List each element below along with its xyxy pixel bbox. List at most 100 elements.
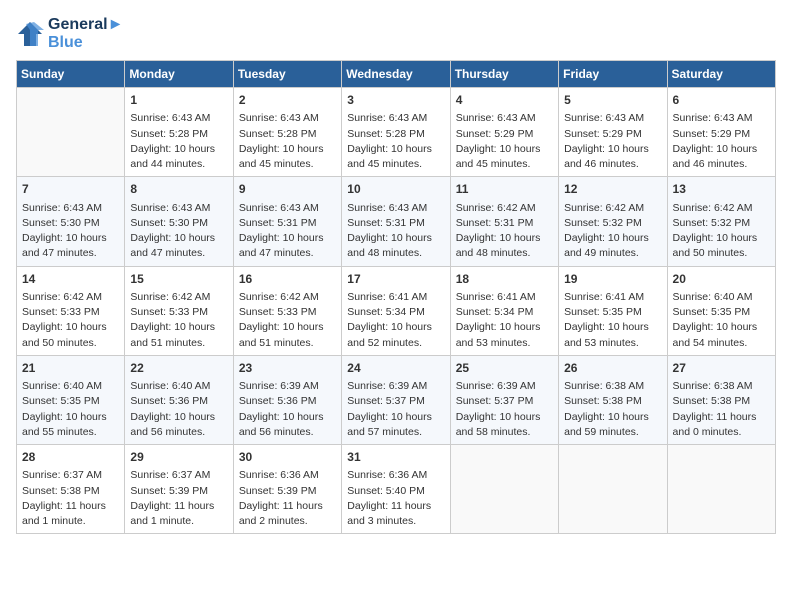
sunrise-text: Sunrise: 6:36 AM [347,468,444,483]
sunset-text: Sunset: 5:33 PM [239,305,336,320]
week-row-1: 1Sunrise: 6:43 AMSunset: 5:28 PMDaylight… [17,88,776,177]
day-number: 23 [239,360,336,377]
day-number: 24 [347,360,444,377]
calendar-cell: 7Sunrise: 6:43 AMSunset: 5:30 PMDaylight… [17,177,125,266]
calendar-cell: 13Sunrise: 6:42 AMSunset: 5:32 PMDayligh… [667,177,775,266]
sunset-text: Sunset: 5:38 PM [673,394,770,409]
daylight-text: Daylight: 10 hours and 47 minutes. [239,231,336,261]
sunrise-text: Sunrise: 6:39 AM [456,379,553,394]
daylight-text: Daylight: 11 hours and 2 minutes. [239,499,336,529]
day-number: 30 [239,449,336,466]
sunrise-text: Sunrise: 6:43 AM [347,111,444,126]
day-number: 1 [130,92,227,109]
daylight-text: Daylight: 10 hours and 50 minutes. [22,320,119,350]
sunset-text: Sunset: 5:32 PM [673,216,770,231]
sunset-text: Sunset: 5:31 PM [456,216,553,231]
daylight-text: Daylight: 10 hours and 44 minutes. [130,142,227,172]
sunset-text: Sunset: 5:40 PM [347,484,444,499]
sunset-text: Sunset: 5:28 PM [239,127,336,142]
sunset-text: Sunset: 5:38 PM [22,484,119,499]
calendar-cell [17,88,125,177]
sunrise-text: Sunrise: 6:43 AM [130,111,227,126]
calendar-cell: 10Sunrise: 6:43 AMSunset: 5:31 PMDayligh… [342,177,450,266]
sunrise-text: Sunrise: 6:39 AM [239,379,336,394]
week-row-3: 14Sunrise: 6:42 AMSunset: 5:33 PMDayligh… [17,266,776,355]
week-row-2: 7Sunrise: 6:43 AMSunset: 5:30 PMDaylight… [17,177,776,266]
daylight-text: Daylight: 10 hours and 45 minutes. [456,142,553,172]
sunrise-text: Sunrise: 6:39 AM [347,379,444,394]
sunrise-text: Sunrise: 6:43 AM [239,201,336,216]
daylight-text: Daylight: 10 hours and 51 minutes. [239,320,336,350]
day-number: 4 [456,92,553,109]
logo: General► Blue [16,16,123,52]
sunset-text: Sunset: 5:37 PM [456,394,553,409]
sunset-text: Sunset: 5:35 PM [564,305,661,320]
sunset-text: Sunset: 5:28 PM [130,127,227,142]
sunset-text: Sunset: 5:37 PM [347,394,444,409]
day-number: 13 [673,181,770,198]
day-number: 27 [673,360,770,377]
calendar-cell: 30Sunrise: 6:36 AMSunset: 5:39 PMDayligh… [233,445,341,534]
sunrise-text: Sunrise: 6:43 AM [564,111,661,126]
sunset-text: Sunset: 5:34 PM [456,305,553,320]
sunrise-text: Sunrise: 6:40 AM [22,379,119,394]
column-header-wednesday: Wednesday [342,61,450,88]
sunset-text: Sunset: 5:35 PM [673,305,770,320]
day-number: 9 [239,181,336,198]
day-number: 19 [564,271,661,288]
sunrise-text: Sunrise: 6:42 AM [22,290,119,305]
sunrise-text: Sunrise: 6:42 AM [456,201,553,216]
sunrise-text: Sunrise: 6:37 AM [130,468,227,483]
daylight-text: Daylight: 10 hours and 49 minutes. [564,231,661,261]
sunrise-text: Sunrise: 6:38 AM [673,379,770,394]
sunrise-text: Sunrise: 6:40 AM [673,290,770,305]
daylight-text: Daylight: 11 hours and 1 minute. [130,499,227,529]
calendar-cell [450,445,558,534]
calendar-cell: 15Sunrise: 6:42 AMSunset: 5:33 PMDayligh… [125,266,233,355]
calendar-cell: 21Sunrise: 6:40 AMSunset: 5:35 PMDayligh… [17,355,125,444]
day-number: 17 [347,271,444,288]
daylight-text: Daylight: 10 hours and 53 minutes. [564,320,661,350]
day-number: 16 [239,271,336,288]
calendar-cell: 23Sunrise: 6:39 AMSunset: 5:36 PMDayligh… [233,355,341,444]
sunset-text: Sunset: 5:29 PM [456,127,553,142]
week-row-5: 28Sunrise: 6:37 AMSunset: 5:38 PMDayligh… [17,445,776,534]
calendar-table: SundayMondayTuesdayWednesdayThursdayFrid… [16,60,776,534]
calendar-cell: 25Sunrise: 6:39 AMSunset: 5:37 PMDayligh… [450,355,558,444]
calendar-cell: 1 Sunrise: 6:43 AMSunset: 5:28 PMDaylight… [125,88,233,177]
daylight-text: Daylight: 10 hours and 50 minutes. [673,231,770,261]
daylight-text: Daylight: 10 hours and 45 minutes. [239,142,336,172]
sunrise-text: Sunrise: 6:40 AM [130,379,227,394]
day-number: 31 [347,449,444,466]
sunset-text: Sunset: 5:30 PM [130,216,227,231]
day-number: 5 [564,92,661,109]
sunset-text: Sunset: 5:29 PM [564,127,661,142]
calendar-cell: 12Sunrise: 6:42 AMSunset: 5:32 PMDayligh… [559,177,667,266]
daylight-text: Daylight: 10 hours and 51 minutes. [130,320,227,350]
day-number: 15 [130,271,227,288]
sunrise-text: Sunrise: 6:42 AM [564,201,661,216]
sunrise-text: Sunrise: 6:43 AM [130,201,227,216]
calendar-cell: 5 Sunrise: 6:43 AMSunset: 5:29 PMDaylight… [559,88,667,177]
calendar-cell: 18Sunrise: 6:41 AMSunset: 5:34 PMDayligh… [450,266,558,355]
day-number: 8 [130,181,227,198]
sunset-text: Sunset: 5:28 PM [347,127,444,142]
sunset-text: Sunset: 5:39 PM [239,484,336,499]
day-number: 7 [22,181,119,198]
daylight-text: Daylight: 10 hours and 56 minutes. [239,410,336,440]
daylight-text: Daylight: 10 hours and 47 minutes. [130,231,227,261]
daylight-text: Daylight: 10 hours and 46 minutes. [564,142,661,172]
calendar-cell [559,445,667,534]
calendar-cell: 11Sunrise: 6:42 AMSunset: 5:31 PMDayligh… [450,177,558,266]
sunset-text: Sunset: 5:33 PM [130,305,227,320]
sunrise-text: Sunrise: 6:38 AM [564,379,661,394]
day-number: 10 [347,181,444,198]
calendar-cell: 19Sunrise: 6:41 AMSunset: 5:35 PMDayligh… [559,266,667,355]
daylight-text: Daylight: 10 hours and 58 minutes. [456,410,553,440]
day-number: 22 [130,360,227,377]
daylight-text: Daylight: 10 hours and 55 minutes. [22,410,119,440]
day-number: 26 [564,360,661,377]
sunset-text: Sunset: 5:29 PM [673,127,770,142]
calendar-cell: 9Sunrise: 6:43 AMSunset: 5:31 PMDaylight… [233,177,341,266]
sunset-text: Sunset: 5:32 PM [564,216,661,231]
